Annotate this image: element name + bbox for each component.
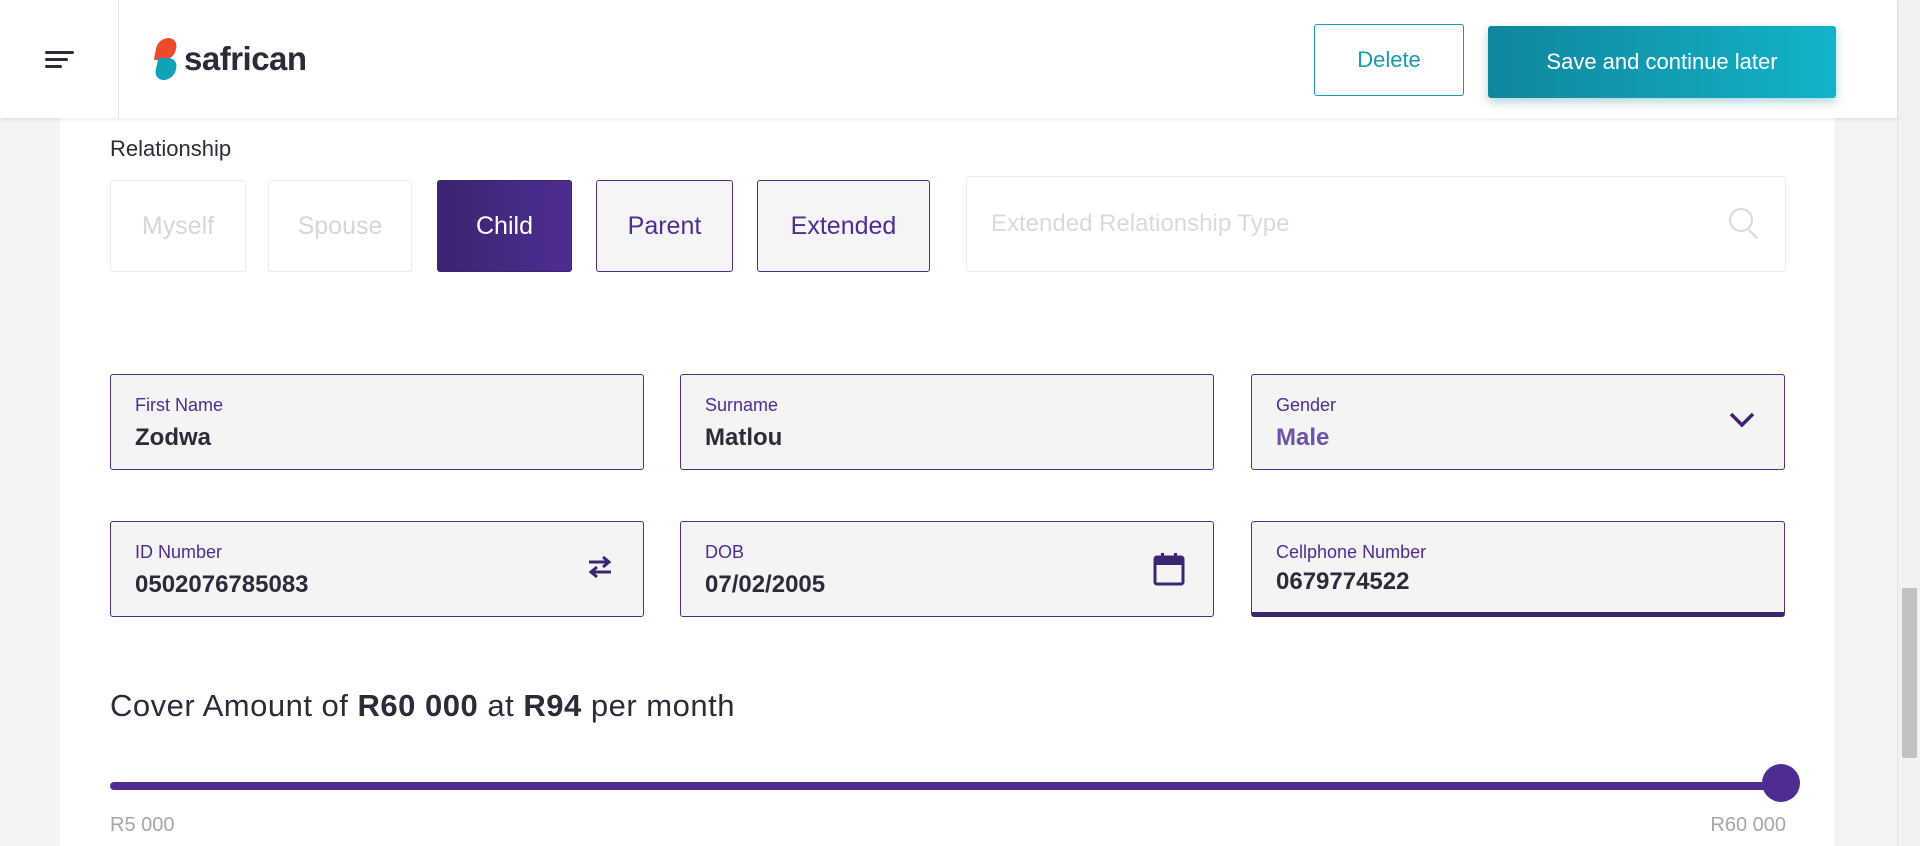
relationship-label: Relationship [110,136,232,161]
cover-amount-summary: Cover Amount of R60 000 at R94 per month [110,688,735,724]
extended-relationship-type-search[interactable]: Extended Relationship Type [966,176,1786,272]
relationship-option-spouse[interactable]: Spouse [268,180,412,272]
save-and-continue-later-button[interactable]: Save and continue later [1488,26,1836,98]
surname-label: Surname [705,395,779,415]
logo-text: safrican [184,40,307,77]
cellphone-number-label: Cellphone Number [1276,542,1427,562]
relationship-option-child[interactable]: Child [437,180,572,272]
gender-label: Gender [1276,395,1337,415]
top-header: safrican Delete Save and continue later [0,0,1897,118]
scrollbar-thumb[interactable] [1902,588,1917,758]
slider-min-label: R5 000 [110,814,175,836]
chevron-down-icon [1728,411,1756,434]
surname-field[interactable]: Surname Matlou [680,374,1214,470]
relationship-option-extended[interactable]: Extended [757,180,930,272]
delete-button[interactable]: Delete [1314,24,1464,96]
cover-prefix: Cover Amount of [110,688,349,723]
first-name-value: Zodwa [135,424,211,451]
safrican-logo[interactable]: safrican [153,38,307,80]
page-scrollbar[interactable] [1897,0,1920,846]
logo-mark-icon [153,38,179,80]
id-number-field[interactable]: ID Number 0502076785083 [110,521,644,617]
search-icon [1729,208,1761,240]
cover-amount-slider-track[interactable] [110,782,1786,790]
cellphone-number-field[interactable]: Cellphone Number 0679774522 [1251,521,1785,617]
dob-label: DOB [705,542,745,562]
gender-select[interactable]: Gender Male [1251,374,1785,470]
cover-amount-slider-thumb[interactable] [1762,764,1800,802]
first-name-field[interactable]: First Name Zodwa [110,374,644,470]
relationship-option-myself[interactable]: Myself [110,180,246,272]
gender-value: Male [1276,424,1330,451]
extended-relationship-type-placeholder: Extended Relationship Type [991,210,1290,237]
first-name-label: First Name [135,395,224,415]
hamburger-icon [44,47,74,72]
surname-value: Matlou [705,424,783,451]
dob-field[interactable]: DOB 07/02/2005 [680,521,1214,617]
cover-suffix: per month [590,688,735,723]
cover-premium-value: R94 [523,688,582,723]
dob-value: 07/02/2005 [705,571,826,598]
cellphone-number-value: 0679774522 [1276,568,1410,595]
id-number-label: ID Number [135,542,223,562]
calendar-icon[interactable] [1153,552,1185,591]
id-number-value: 0502076785083 [135,571,309,598]
relationship-option-parent[interactable]: Parent [596,180,733,272]
swap-arrows-icon[interactable] [585,554,615,585]
beneficiary-form-card: Relationship Myself Spouse Child Parent … [60,118,1834,846]
slider-max-label: R60 000 [1710,814,1786,836]
menu-button[interactable] [0,0,119,118]
cover-at: at [487,688,515,723]
cover-amount-value: R60 000 [357,688,479,723]
